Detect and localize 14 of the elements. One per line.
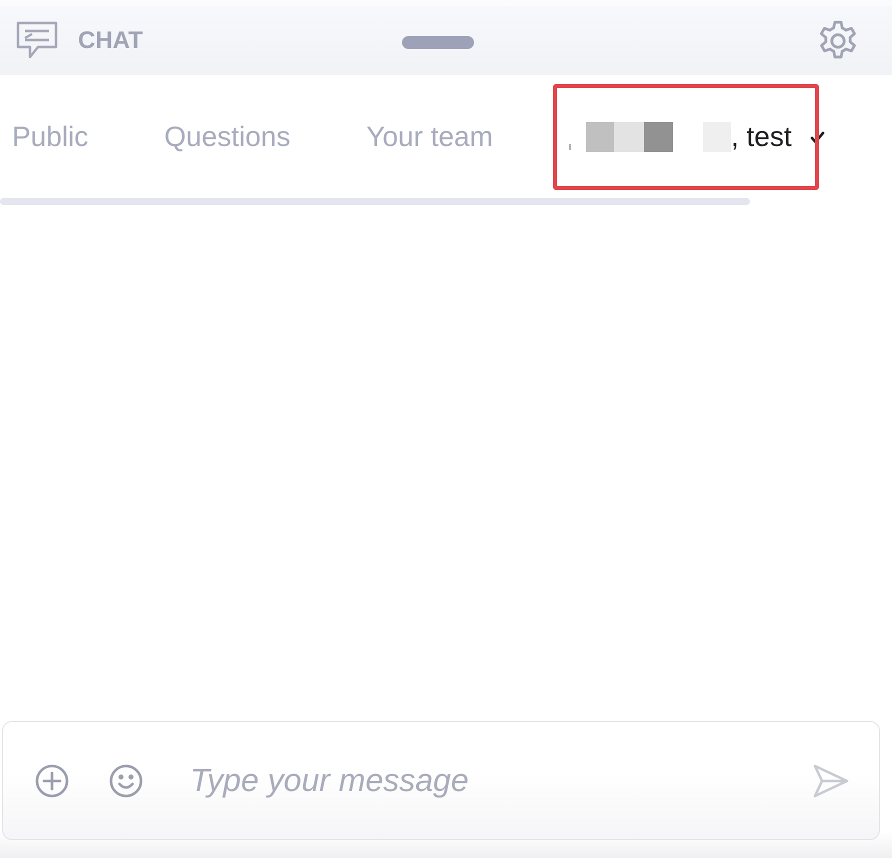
header-title: CHAT bbox=[78, 26, 143, 54]
tab[interactable]: Your team bbox=[366, 109, 493, 165]
plus-circle-icon bbox=[35, 764, 69, 798]
send-icon bbox=[813, 762, 849, 798]
smiley-icon bbox=[109, 764, 143, 798]
tab[interactable]: Questions bbox=[164, 109, 290, 165]
emoji-button[interactable] bbox=[109, 764, 143, 798]
drag-handle[interactable] bbox=[402, 36, 474, 49]
tab[interactable]: , test bbox=[568, 109, 792, 165]
send-button[interactable] bbox=[813, 762, 849, 798]
chat-bubbles-icon bbox=[16, 20, 58, 60]
scrollbar-thumb[interactable] bbox=[0, 198, 750, 205]
add-button[interactable] bbox=[35, 764, 69, 798]
tab[interactable]: Public bbox=[12, 109, 88, 165]
